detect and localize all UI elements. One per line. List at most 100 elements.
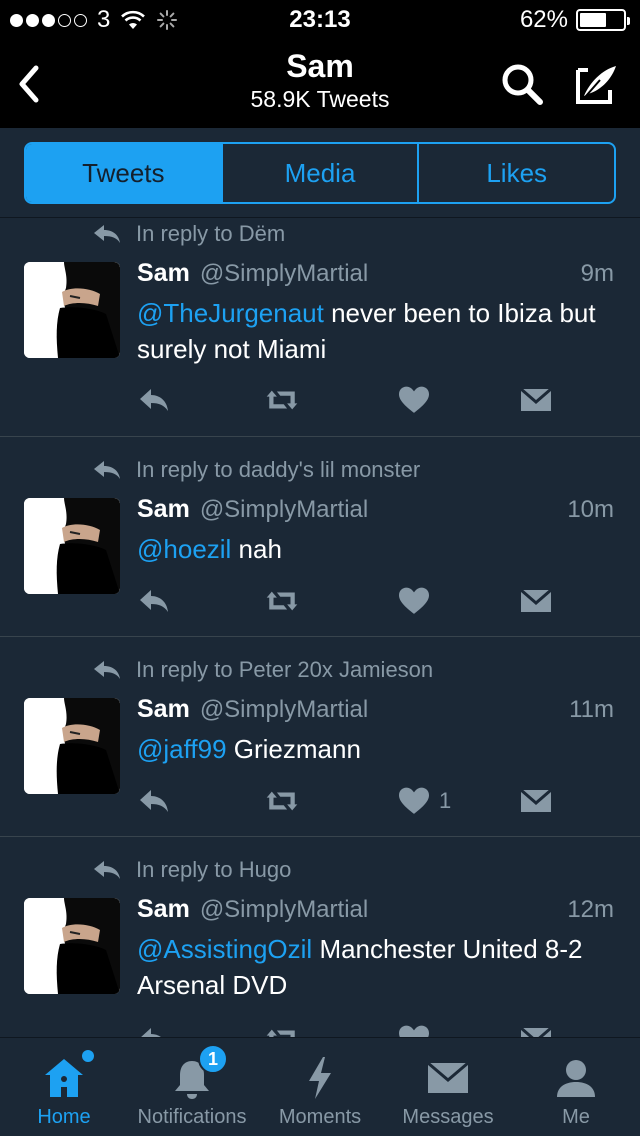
tweet-text: @TheJurgenaut never been to Ibiza but su… xyxy=(137,295,616,367)
tab-home-label: Home xyxy=(37,1106,91,1128)
author-name[interactable]: Sam xyxy=(137,259,190,288)
tab-tweets[interactable]: Tweets xyxy=(26,144,221,202)
reply-icon xyxy=(140,389,168,411)
tweet-text-content: nah xyxy=(231,534,282,564)
author-handle[interactable]: @SimplyMartial xyxy=(200,896,368,924)
avatar[interactable] xyxy=(24,498,120,594)
tab-messages[interactable]: Messages xyxy=(392,1038,504,1136)
tweet-header: Sam @SimplyMartial 11m xyxy=(137,695,614,724)
tab-moments[interactable]: Moments xyxy=(272,1038,368,1136)
envelope-icon xyxy=(427,1061,469,1093)
author-name[interactable]: Sam xyxy=(137,895,190,924)
tweet-text: @hoezil nah xyxy=(137,531,616,567)
like-button[interactable] xyxy=(397,1021,439,1037)
retweet-button[interactable] xyxy=(265,1021,299,1037)
reply-button[interactable] xyxy=(137,1021,171,1037)
tab-moments-label: Moments xyxy=(278,1106,362,1128)
tweet-timestamp: 9m xyxy=(580,260,614,287)
in-reply-to-label: In reply to Dëm xyxy=(136,221,286,246)
envelope-icon xyxy=(520,387,552,411)
segmented-control: Tweets Media Likes xyxy=(24,142,616,204)
author-name[interactable]: Sam xyxy=(137,495,190,524)
tweet[interactable]: In reply to daddy's lil monster Sam @Sim… xyxy=(0,437,640,637)
mention-link[interactable]: @hoezil xyxy=(137,534,231,564)
avatar-image xyxy=(24,898,120,994)
battery-icon xyxy=(576,9,630,31)
like-button[interactable] xyxy=(397,382,439,418)
direct-message-button[interactable] xyxy=(519,783,553,819)
reply-button[interactable] xyxy=(137,783,171,819)
like-count: 1 xyxy=(439,788,452,813)
tab-home[interactable]: Home xyxy=(20,1038,108,1136)
reply-icon xyxy=(140,790,168,812)
retweet-icon xyxy=(266,390,298,410)
mention-link[interactable]: @AssistingOzil xyxy=(137,934,312,964)
author-handle[interactable]: @SimplyMartial xyxy=(200,496,368,524)
tweet-text: @AssistingOzil Manchester United 8-2 Ars… xyxy=(137,931,616,1003)
bottom-tab-bar: Home 1 Notifications Moments Messages Me xyxy=(0,1037,640,1136)
tweet-actions: 1 xyxy=(137,783,557,819)
avatar[interactable] xyxy=(24,262,120,358)
status-bar: 3 23:13 62% xyxy=(0,0,640,40)
tweet-timeline[interactable]: In reply to Dëm Sam @SimplyMartial 9m @T… xyxy=(0,219,640,1037)
person-icon xyxy=(557,1060,595,1097)
in-reply-to[interactable]: In reply to Peter 20x Jamieson xyxy=(92,657,433,683)
notifications-badge: 1 xyxy=(198,1044,228,1074)
tab-notifications-label: Notifications xyxy=(137,1106,247,1128)
new-content-dot xyxy=(82,1050,94,1062)
heart-icon xyxy=(399,787,429,814)
battery-percent: 62% xyxy=(519,6,568,33)
tab-likes[interactable]: Likes xyxy=(417,144,614,202)
tab-notifications[interactable]: 1 Notifications xyxy=(126,1038,258,1136)
search-icon[interactable] xyxy=(498,60,546,108)
tweet-header: Sam @SimplyMartial 9m xyxy=(137,259,614,288)
tweet-header: Sam @SimplyMartial 10m xyxy=(137,495,614,524)
tweet-actions xyxy=(137,1021,557,1037)
reply-button[interactable] xyxy=(137,583,171,619)
retweet-icon xyxy=(266,791,298,811)
retweet-button[interactable] xyxy=(265,783,299,819)
envelope-icon xyxy=(520,588,552,612)
envelope-icon xyxy=(520,788,552,812)
retweet-button[interactable] xyxy=(265,583,299,619)
direct-message-button[interactable] xyxy=(519,382,553,418)
direct-message-button[interactable] xyxy=(519,583,553,619)
avatar[interactable] xyxy=(24,898,120,994)
like-button[interactable] xyxy=(397,583,439,619)
profile-tabs-bar: Tweets Media Likes xyxy=(0,128,640,218)
reply-button[interactable] xyxy=(137,382,171,418)
in-reply-to-label: In reply to daddy's lil monster xyxy=(136,457,421,482)
tweet-text: @jaff99 Griezmann xyxy=(137,731,616,767)
reply-icon xyxy=(141,1028,161,1037)
heart-icon xyxy=(399,587,429,614)
direct-message-button[interactable] xyxy=(519,1021,553,1037)
tweet-actions xyxy=(137,382,557,418)
envelope-icon xyxy=(520,1026,552,1037)
author-name[interactable]: Sam xyxy=(137,695,190,724)
like-button[interactable]: 1 xyxy=(397,783,451,819)
battery-level xyxy=(580,13,607,27)
heart-icon xyxy=(399,1025,429,1037)
tab-me[interactable]: Me xyxy=(534,1038,618,1136)
in-reply-to[interactable]: In reply to Dëm xyxy=(92,221,285,247)
avatar-image xyxy=(24,498,120,594)
tweet-timestamp: 10m xyxy=(567,496,614,523)
compose-tweet-icon[interactable] xyxy=(572,60,620,108)
author-handle[interactable]: @SimplyMartial xyxy=(200,696,368,724)
reply-arrow-icon xyxy=(94,661,120,679)
mention-link[interactable]: @jaff99 xyxy=(137,734,227,764)
in-reply-to-label: In reply to Peter 20x Jamieson xyxy=(136,657,434,682)
author-handle[interactable]: @SimplyMartial xyxy=(200,260,368,288)
tweet[interactable]: In reply to Dëm Sam @SimplyMartial 9m @T… xyxy=(0,219,640,437)
in-reply-to[interactable]: In reply to daddy's lil monster xyxy=(92,457,420,483)
tweet-header: Sam @SimplyMartial 12m xyxy=(137,895,614,924)
tweet-timestamp: 11m xyxy=(569,696,614,723)
retweet-button[interactable] xyxy=(265,382,299,418)
mention-link[interactable]: @TheJurgenaut xyxy=(137,298,324,328)
in-reply-to[interactable]: In reply to Hugo xyxy=(92,857,291,883)
avatar[interactable] xyxy=(24,698,120,794)
tweet[interactable]: In reply to Peter 20x Jamieson Sam @Simp… xyxy=(0,637,640,837)
tweet[interactable]: In reply to Hugo Sam @SimplyMartial 12m … xyxy=(0,837,640,1037)
tab-media[interactable]: Media xyxy=(220,144,418,202)
tweet-timestamp: 12m xyxy=(567,896,614,923)
